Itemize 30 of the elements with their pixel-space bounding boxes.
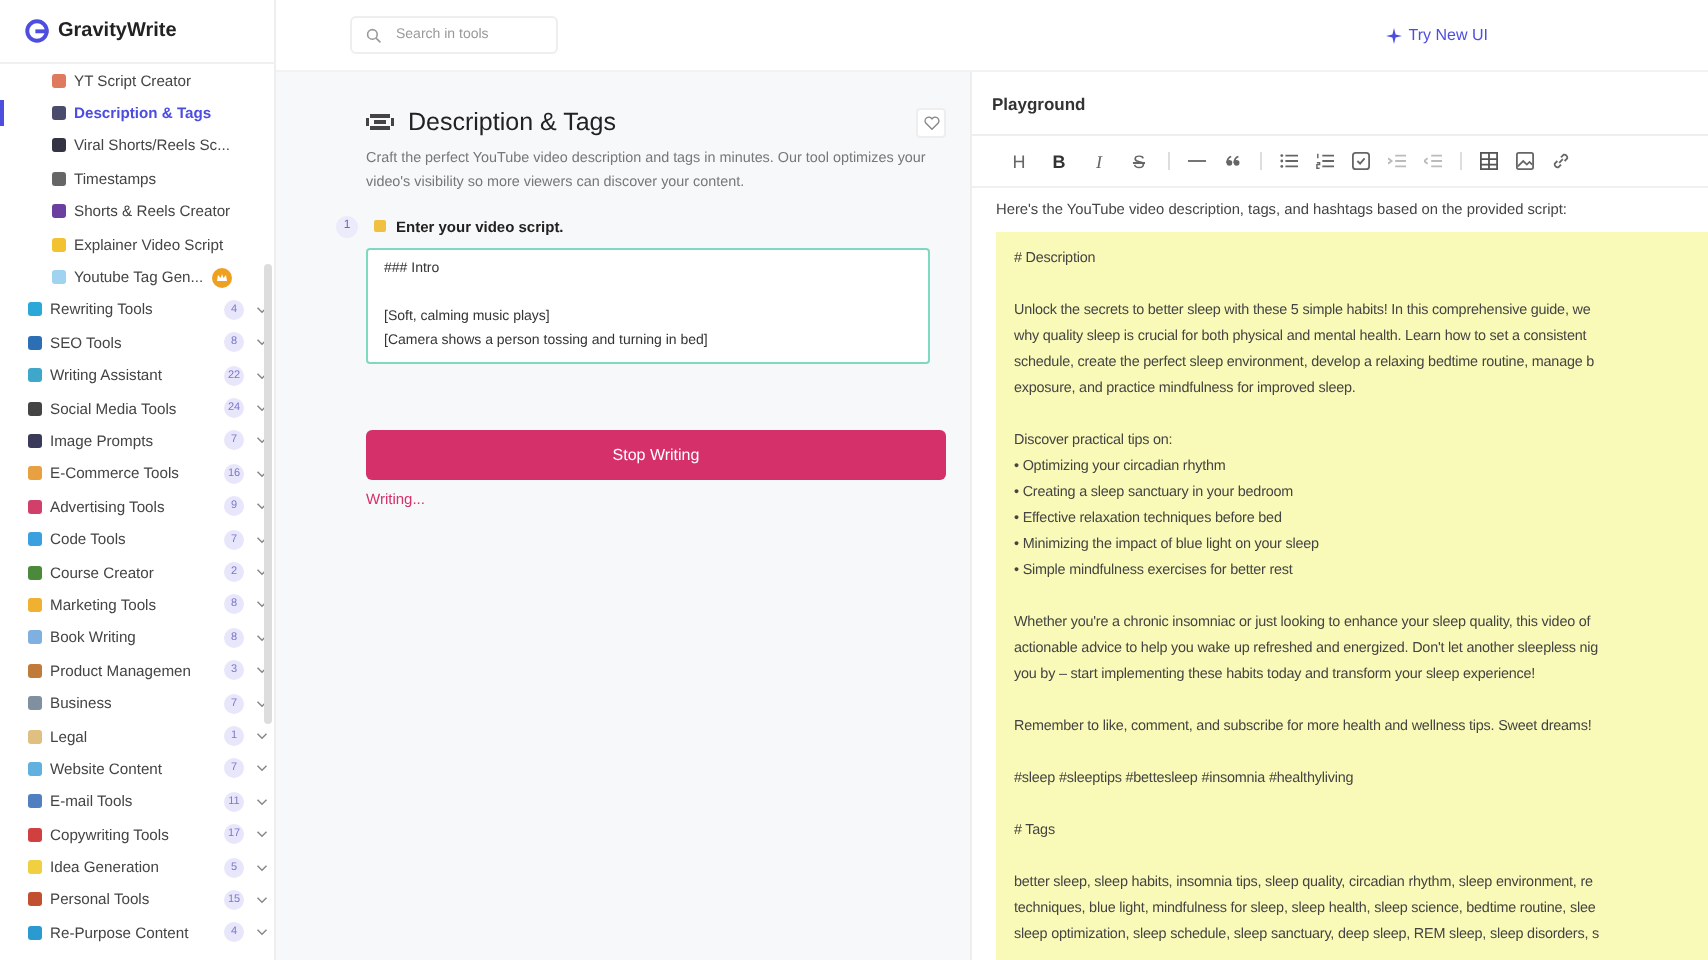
checkbox-icon[interactable] (1352, 152, 1370, 170)
italic-button[interactable]: I (1088, 151, 1110, 171)
chevron-down-icon (256, 863, 268, 872)
tool-title: Description & Tags (408, 108, 618, 136)
search-icon (366, 27, 382, 43)
stop-writing-button[interactable]: Stop Writing (366, 430, 946, 480)
bullet-list-icon[interactable] (1280, 152, 1298, 170)
try-new-ui-button[interactable]: Try New UI (1386, 26, 1488, 44)
image-icon[interactable] (1516, 152, 1534, 170)
table-icon[interactable] (1480, 152, 1498, 170)
logo-text: GravityWrite (58, 20, 177, 42)
logo-icon (24, 18, 50, 44)
sparkle-icon (1386, 27, 1403, 43)
chevron-down-icon (256, 732, 268, 740)
chevron-down-icon (256, 764, 268, 773)
chevron-down-icon (256, 830, 268, 839)
quote-icon[interactable] (1224, 152, 1242, 170)
heart-icon (923, 115, 939, 129)
link-icon[interactable] (1552, 152, 1570, 170)
heading-button[interactable]: H (1008, 151, 1030, 171)
numbered-list-icon[interactable] (1316, 152, 1334, 170)
chevron-down-icon (256, 928, 268, 937)
scroll-icon (372, 218, 388, 234)
tool-icon (366, 110, 394, 134)
panel-title: Playground (992, 93, 1086, 113)
favorite-button[interactable] (916, 107, 946, 137)
strike-button[interactable]: S (1128, 151, 1150, 171)
chevron-down-icon (256, 895, 268, 904)
bold-button[interactable]: B (1048, 151, 1070, 171)
chevron-down-icon (256, 797, 268, 806)
